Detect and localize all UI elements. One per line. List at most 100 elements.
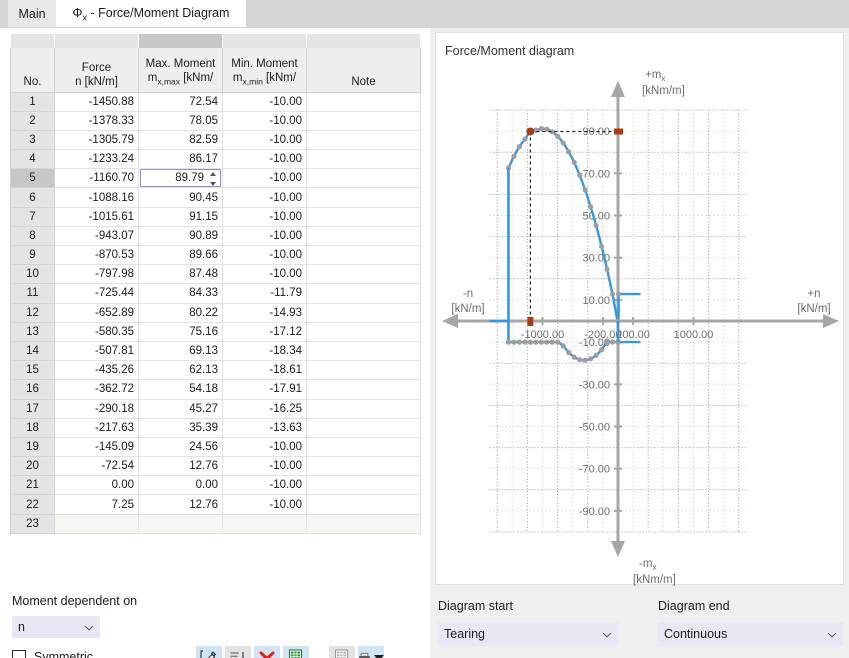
value-stepper[interactable] xyxy=(208,172,217,187)
max-moment-cell[interactable]: 87.48 xyxy=(138,264,223,285)
force-cell[interactable]: 7.25 xyxy=(54,494,139,515)
force-cell[interactable]: -72.54 xyxy=(54,456,139,477)
row-number-cell[interactable]: 23 xyxy=(10,513,55,534)
min-moment-cell[interactable]: -10.00 xyxy=(222,225,307,247)
max-moment-cell[interactable]: 45.27 xyxy=(138,398,223,419)
force-cell[interactable]: -1015.61 xyxy=(54,206,139,227)
stepper-up-icon[interactable] xyxy=(209,172,216,177)
data-point-marker[interactable] xyxy=(555,133,561,140)
data-point-marker[interactable] xyxy=(604,339,610,345)
row-number-cell[interactable]: 2 xyxy=(10,110,55,131)
max-moment-cell[interactable]: 89.66 xyxy=(138,244,223,266)
force-cell[interactable] xyxy=(54,513,139,534)
max-moment-cell[interactable]: 75.16 xyxy=(138,321,223,342)
row-number-cell[interactable]: 7 xyxy=(10,206,55,227)
data-point-marker[interactable] xyxy=(533,339,539,345)
edit-button[interactable] xyxy=(196,646,222,658)
min-moment-cell[interactable]: -14.93 xyxy=(222,302,307,323)
print-button[interactable] xyxy=(358,646,384,658)
data-point-marker[interactable] xyxy=(571,354,577,360)
table-row[interactable]: 7 -1015.61 91.15 -10.00 xyxy=(10,206,421,227)
note-cell[interactable] xyxy=(306,91,421,112)
table-row[interactable]: 21 0.00 0.00 -10.00 xyxy=(10,475,421,496)
note-cell[interactable] xyxy=(306,417,421,438)
note-cell[interactable] xyxy=(306,436,421,458)
row-number-cell[interactable]: 3 xyxy=(10,129,55,151)
note-cell[interactable] xyxy=(306,513,421,534)
note-cell[interactable] xyxy=(306,110,421,131)
table-row[interactable]: 1 -1450.88 72.54 -10.00 xyxy=(10,91,421,112)
col-sel-force[interactable] xyxy=(54,34,139,48)
col-sel-no[interactable] xyxy=(10,34,55,48)
note-cell[interactable] xyxy=(306,129,421,151)
max-moment-cell[interactable]: 84.33 xyxy=(138,283,223,304)
max-moment-cell[interactable]: 86.17 xyxy=(138,149,223,170)
table-row[interactable]: 4 -1233.24 86.17 -10.00 xyxy=(10,149,421,170)
max-moment-cell[interactable]: 78.05 xyxy=(138,110,223,131)
max-moment-cell[interactable]: 0.00 xyxy=(138,475,223,496)
row-number-cell[interactable]: 5 xyxy=(10,168,55,189)
force-cell[interactable]: -1305.79 xyxy=(54,129,139,151)
note-cell[interactable] xyxy=(306,321,421,342)
row-number-cell[interactable]: 19 xyxy=(10,436,55,458)
table-row[interactable]: 20 -72.54 12.76 -10.00 xyxy=(10,456,421,477)
table-row[interactable]: 2 -1378.33 78.05 -10.00 xyxy=(10,110,421,131)
import-excel-button[interactable] xyxy=(329,646,355,658)
min-moment-cell[interactable]: -16.25 xyxy=(222,398,307,419)
min-moment-cell[interactable]: -10.00 xyxy=(222,149,307,170)
row-number-cell[interactable]: 16 xyxy=(10,379,55,400)
max-moment-cell[interactable]: 91.15 xyxy=(138,206,223,227)
row-number-cell[interactable]: 12 xyxy=(10,302,55,323)
max-moment-cell[interactable]: 24.56 xyxy=(138,436,223,458)
min-moment-cell[interactable]: -10.00 xyxy=(222,475,307,496)
force-cell[interactable]: -145.09 xyxy=(54,436,139,458)
force-cell[interactable]: -1233.24 xyxy=(54,149,139,170)
data-point-marker[interactable] xyxy=(516,339,523,345)
table-row[interactable]: 8 -943.07 90.89 -10.00 xyxy=(10,225,421,247)
data-point-marker[interactable] xyxy=(609,291,616,297)
stepper-down-icon[interactable] xyxy=(209,182,216,187)
min-moment-cell[interactable]: -10.00 xyxy=(222,110,307,131)
export-excel-button[interactable] xyxy=(283,646,309,658)
table-row[interactable]: 9 -870.53 89.66 -10.00 xyxy=(10,244,421,266)
row-number-cell[interactable]: 9 xyxy=(10,244,55,266)
table-row[interactable]: 16 -362.72 54.18 -17.91 xyxy=(10,379,421,400)
data-point-marker[interactable] xyxy=(566,349,572,356)
diagram-start-dropdown[interactable]: Tearing xyxy=(438,622,618,646)
table-row[interactable]: 6 -1088.16 90.45 -10.00 xyxy=(10,187,421,208)
data-point-marker[interactable] xyxy=(598,347,605,353)
min-moment-cell[interactable]: -10.00 xyxy=(222,129,307,151)
data-point-marker[interactable] xyxy=(560,140,566,146)
data-point-marker[interactable] xyxy=(511,153,517,159)
force-cell[interactable]: -217.63 xyxy=(54,417,139,438)
row-number-cell[interactable]: 22 xyxy=(10,494,55,515)
max-moment-cell[interactable]: 80.22 xyxy=(138,302,223,323)
data-table-container[interactable]: No. Force n [kN/m] Max. Moment mx,max [k… xyxy=(10,34,421,554)
force-cell[interactable]: -435.26 xyxy=(54,360,139,381)
data-point-marker[interactable] xyxy=(566,149,572,155)
min-moment-cell[interactable]: -13.63 xyxy=(222,417,307,438)
note-cell[interactable] xyxy=(306,264,421,285)
col-sel-max-moment[interactable] xyxy=(138,34,223,48)
row-number-cell[interactable]: 13 xyxy=(10,321,55,342)
delete-button[interactable] xyxy=(254,646,280,658)
data-point-marker[interactable] xyxy=(593,352,599,358)
data-point-marker[interactable] xyxy=(505,339,512,345)
data-point-marker[interactable] xyxy=(571,159,577,166)
max-moment-cell[interactable]: 89.79 xyxy=(138,168,223,189)
active-cell-editor[interactable]: 89.79 xyxy=(140,169,221,187)
force-cell[interactable]: -1450.88 xyxy=(54,91,139,112)
min-moment-cell[interactable]: -18.34 xyxy=(222,340,307,362)
moment-dependent-dropdown[interactable]: n xyxy=(12,616,100,638)
min-moment-cell[interactable]: -10.00 xyxy=(222,244,307,266)
data-point-marker[interactable] xyxy=(593,222,599,229)
table-row[interactable]: 10 -797.98 87.48 -10.00 xyxy=(10,264,421,285)
data-point-marker[interactable] xyxy=(588,356,594,362)
table-row[interactable]: 23 xyxy=(10,513,421,534)
force-cell[interactable]: 0.00 xyxy=(54,475,139,496)
force-cell[interactable]: -1088.16 xyxy=(54,187,139,208)
data-point-marker[interactable] xyxy=(604,266,610,272)
diagram-end-dropdown[interactable]: Continuous xyxy=(658,622,843,646)
force-cell[interactable]: -290.18 xyxy=(54,398,139,419)
data-point-marker[interactable] xyxy=(538,339,544,345)
